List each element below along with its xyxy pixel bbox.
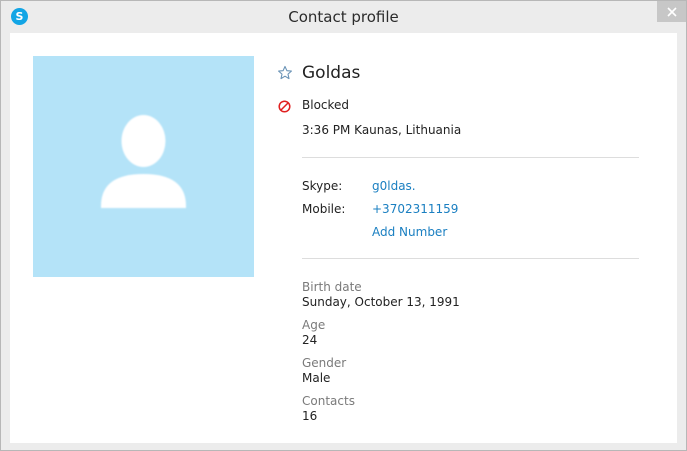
close-icon bbox=[666, 6, 677, 17]
age-value: 24 bbox=[302, 333, 318, 347]
contact-name: Goldas bbox=[302, 63, 361, 83]
skype-name-link[interactable]: g0ldas. bbox=[372, 179, 416, 193]
star-outline-icon[interactable] bbox=[277, 65, 293, 81]
birth-date-label: Birth date bbox=[302, 280, 362, 294]
skype-label: Skype: bbox=[302, 179, 343, 193]
gender-value: Male bbox=[302, 371, 331, 385]
divider bbox=[302, 258, 639, 259]
mobile-number-link[interactable]: +3702311159 bbox=[372, 202, 458, 216]
birth-date-value: Sunday, October 13, 1991 bbox=[302, 295, 460, 309]
contacts-count-value: 16 bbox=[302, 409, 318, 423]
profile-content: Goldas Blocked 3:36 PM Kaunas, Lithuania… bbox=[10, 33, 677, 443]
contact-profile-window: S Contact profile Goldas Blocked 3:36 PM… bbox=[0, 0, 687, 451]
avatar bbox=[33, 56, 254, 277]
blocked-icon bbox=[278, 100, 291, 113]
divider bbox=[302, 157, 639, 158]
contacts-label: Contacts bbox=[302, 394, 355, 408]
gender-label: Gender bbox=[302, 356, 347, 370]
add-number-link[interactable]: Add Number bbox=[372, 225, 447, 239]
title-bar[interactable]: S Contact profile bbox=[1, 1, 686, 33]
mobile-label: Mobile: bbox=[302, 202, 346, 216]
window-title: Contact profile bbox=[288, 8, 399, 26]
local-time-location: 3:36 PM Kaunas, Lithuania bbox=[302, 123, 462, 137]
age-label: Age bbox=[302, 318, 326, 332]
close-button[interactable] bbox=[657, 1, 686, 22]
default-avatar-icon bbox=[101, 115, 186, 208]
status-text: Blocked bbox=[302, 98, 350, 112]
